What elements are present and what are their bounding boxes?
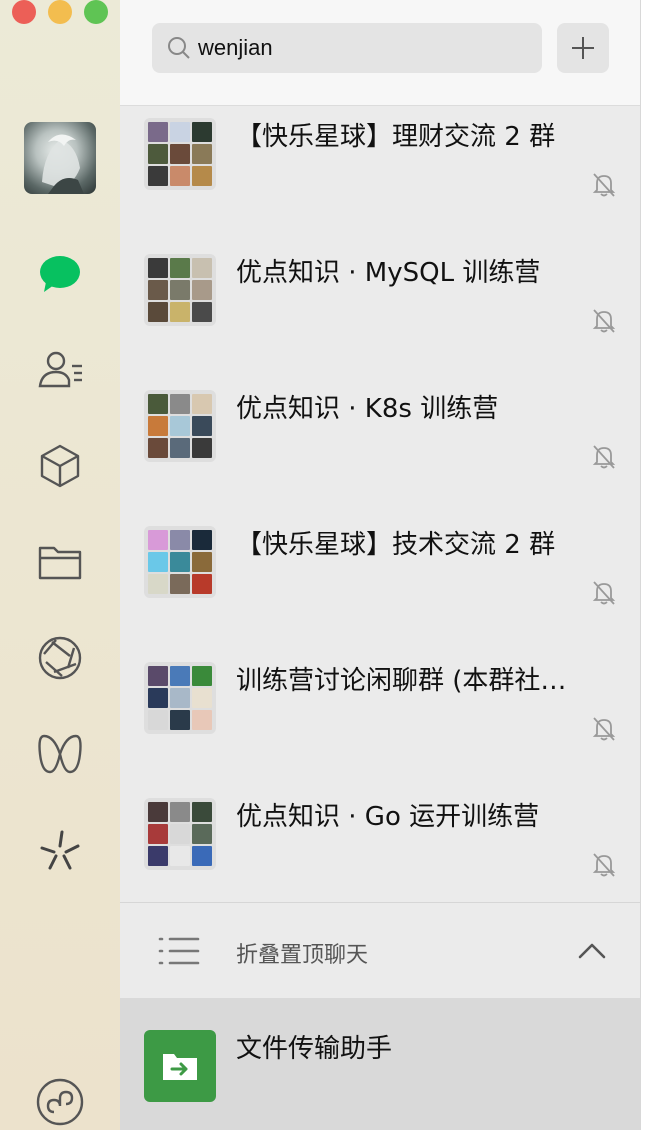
search-box[interactable]: [152, 23, 542, 73]
chat-list-item[interactable]: 优点知识 · MySQL 训练营: [120, 244, 640, 380]
mini-program-icon[interactable]: [36, 1078, 84, 1126]
chat-name: 文件传输助手: [236, 1034, 393, 1064]
chat-name: 优点知识 · K8s 训练营: [236, 394, 499, 424]
list-icon: [158, 937, 200, 965]
moments-icon[interactable]: [36, 634, 84, 682]
chevron-up-icon[interactable]: [576, 937, 608, 963]
plus-icon: [572, 37, 594, 59]
chat-list-item[interactable]: 优点知识 · K8s 训练营: [120, 380, 640, 516]
group-avatar: [144, 662, 216, 734]
folded-pinned-chats[interactable]: 折叠置顶聊天: [120, 903, 640, 998]
box-icon[interactable]: [36, 442, 84, 490]
add-button[interactable]: [557, 23, 609, 73]
minimize-window-button[interactable]: [48, 0, 72, 24]
folder-icon[interactable]: [36, 538, 84, 586]
chat-name: 【快乐星球】理财交流 2 群: [236, 122, 556, 152]
user-avatar[interactable]: [24, 122, 96, 194]
mute-icon: [592, 445, 616, 469]
mute-icon: [592, 309, 616, 333]
folder-arrow-icon: [163, 1054, 197, 1080]
file-transfer-avatar: [144, 1030, 216, 1102]
chat-icon[interactable]: [36, 250, 84, 298]
search-bar: [120, 0, 640, 106]
group-avatar: [144, 390, 216, 462]
contacts-icon[interactable]: [36, 346, 84, 394]
folded-pinned-label: 折叠置顶聊天: [236, 943, 369, 968]
chat-list-item-file-transfer[interactable]: 文件传输助手: [120, 998, 640, 1130]
group-avatar: [144, 118, 216, 190]
mute-icon: [592, 173, 616, 197]
group-avatar: [144, 798, 216, 870]
chat-list-item[interactable]: 训练营讨论闲聊群 (本群社…: [120, 652, 640, 788]
mute-icon: [592, 853, 616, 877]
chat-name: 优点知识 · Go 运开训练营: [236, 802, 540, 832]
group-avatar: [144, 526, 216, 598]
sidebar: [0, 0, 120, 1130]
chat-list-item[interactable]: 【快乐星球】技术交流 2 群: [120, 516, 640, 652]
mute-icon: [592, 581, 616, 605]
zoom-window-button[interactable]: [84, 0, 108, 24]
discover-icon[interactable]: [36, 826, 84, 874]
mute-icon: [592, 717, 616, 741]
group-avatar: [144, 254, 216, 326]
chat-name: 训练营讨论闲聊群 (本群社…: [236, 666, 567, 696]
channels-icon[interactable]: [36, 730, 84, 778]
chat-list-panel: 【快乐星球】理财交流 2 群 优点知识 · MySQL 训练营 优点知识 · K…: [120, 0, 640, 1130]
search-icon: [168, 37, 190, 59]
window-edge: [640, 0, 648, 1130]
search-input[interactable]: [198, 28, 498, 68]
chat-name: 【快乐星球】技术交流 2 群: [236, 530, 556, 560]
chat-name: 优点知识 · MySQL 训练营: [236, 258, 541, 288]
close-window-button[interactable]: [12, 0, 36, 24]
chat-list-item[interactable]: 【快乐星球】理财交流 2 群: [120, 108, 640, 244]
